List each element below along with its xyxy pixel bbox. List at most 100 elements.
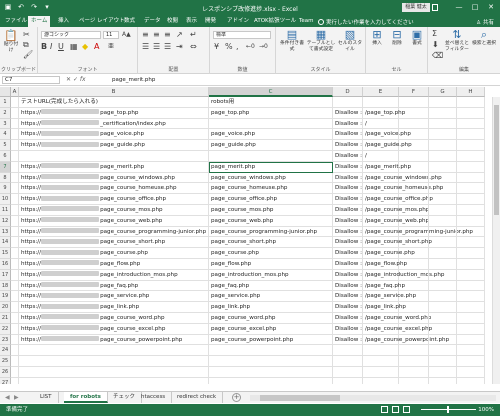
cell-g[interactable] (429, 280, 457, 292)
row-header[interactable]: 2 (0, 107, 11, 119)
cell-f[interactable] (399, 172, 429, 184)
align-center-icon[interactable]: ☰ (153, 42, 160, 52)
row-header[interactable]: 3 (0, 118, 11, 130)
autosum-icon[interactable]: Σ (432, 29, 437, 39)
column-header-d[interactable]: D (333, 87, 363, 97)
cell-g[interactable] (429, 237, 457, 249)
cell-d[interactable]: Disallow : (333, 194, 363, 205)
cell-e[interactable]: /page_course.php (363, 248, 415, 259)
row-header[interactable]: 6 (0, 150, 11, 162)
tab-home[interactable]: ホーム (28, 16, 51, 27)
cell-h[interactable] (457, 118, 485, 130)
cell-e[interactable] (363, 97, 399, 108)
column-header-c[interactable]: C (209, 87, 333, 97)
cell-h[interactable] (457, 248, 485, 259)
cell-b[interactable]: https:// page_course_windows.php (19, 172, 209, 184)
cell-g[interactable] (429, 204, 457, 216)
cell-g[interactable] (429, 183, 457, 195)
cell-f[interactable] (399, 302, 429, 313)
cell-b[interactable]: https:// page_flow.php (19, 258, 209, 270)
row-header[interactable]: 18 (0, 280, 11, 292)
cell-h[interactable] (457, 269, 485, 281)
tab-atok[interactable]: ATOK拡張ツール (251, 16, 299, 27)
cell-f[interactable] (399, 107, 429, 119)
minimize-button[interactable]: — (452, 2, 466, 13)
cell-e[interactable]: /page_course_homeuse.php (363, 183, 443, 195)
cell-c[interactable]: page_guide.php (209, 140, 333, 151)
cell-b[interactable]: https:// page_voice.php (19, 129, 209, 141)
row-header[interactable]: 16 (0, 258, 11, 270)
cell-f[interactable] (399, 140, 429, 151)
cell-f[interactable] (399, 334, 429, 346)
cell-h[interactable] (457, 291, 485, 303)
cell-a[interactable] (11, 97, 19, 108)
prev-sheet-icon[interactable]: ◀ (5, 394, 10, 401)
cell-b[interactable]: https:// page_service.php (19, 291, 209, 303)
page-layout-view-icon[interactable] (392, 406, 399, 413)
align-middle-icon[interactable]: ≡ (153, 30, 160, 40)
cell-c[interactable]: page_course_programming-junior.php (209, 226, 333, 238)
cell-e[interactable]: /page_course_windows.php (363, 172, 442, 184)
cell-a[interactable] (11, 280, 19, 292)
column-header-h[interactable]: H (457, 87, 485, 97)
increase-decimal-icon[interactable]: ←0 (246, 42, 255, 52)
row-header[interactable]: 9 (0, 183, 11, 195)
tab-insert[interactable]: 挿入 (55, 16, 72, 27)
zoom-level[interactable]: 100% (478, 404, 494, 416)
cell-styles-button[interactable]: ▧ セルのスタイル (336, 29, 364, 53)
comma-button[interactable]: , (236, 42, 239, 52)
cell-a[interactable] (11, 356, 19, 367)
cell-a[interactable] (11, 345, 19, 357)
cell-b[interactable]: https:// page_top.php (19, 107, 209, 119)
cell-c[interactable]: page_course_office.php (209, 194, 333, 205)
cell-e[interactable]: /page_service.php (363, 291, 416, 303)
formula-input[interactable]: page_merit.php (110, 76, 496, 84)
cell-d[interactable]: Disallow : (333, 107, 363, 119)
tab-addins[interactable]: アドイン (224, 16, 252, 27)
cell-d[interactable]: Disallow : (333, 258, 363, 270)
cell-f[interactable] (399, 194, 429, 205)
format-as-table-button[interactable]: ▦ テーブルとして書式設定 (306, 29, 336, 53)
cell-d[interactable] (333, 345, 363, 357)
cell-a[interactable] (11, 312, 19, 324)
row-header[interactable]: 13 (0, 226, 11, 238)
select-all-corner[interactable] (0, 87, 11, 97)
enter-icon[interactable]: ✓ (73, 76, 78, 83)
cell-f[interactable] (399, 248, 429, 259)
cell-a[interactable] (11, 215, 19, 227)
cell-c[interactable]: page_course_powerpoint.php (209, 334, 333, 346)
cell-a[interactable] (11, 226, 19, 238)
cell-g[interactable] (429, 140, 457, 151)
cell-a[interactable] (11, 107, 19, 119)
cell-b[interactable]: https:// page_course_excel.php (19, 323, 209, 335)
cell-h[interactable] (457, 356, 485, 367)
bold-icon[interactable]: B (41, 42, 47, 52)
function-icon[interactable]: fx (80, 76, 86, 83)
cell-d[interactable]: Disallow : (333, 226, 363, 238)
cell-a[interactable] (11, 183, 19, 195)
cell-c[interactable] (209, 150, 333, 162)
cell-h[interactable] (457, 97, 485, 108)
cell-c[interactable]: robots用 (209, 97, 333, 108)
cell-f[interactable] (399, 312, 429, 324)
cell-g[interactable] (429, 345, 457, 357)
cell-c[interactable]: page_course_excel.php (209, 323, 333, 335)
cell-c[interactable]: page_service.php (209, 291, 333, 303)
row-header[interactable]: 12 (0, 215, 11, 227)
cell-f[interactable] (399, 291, 429, 303)
cell-h[interactable] (457, 302, 485, 313)
cell-d[interactable]: Disallow : (333, 172, 363, 184)
underline-icon[interactable]: U (58, 42, 64, 52)
cell-g[interactable] (429, 215, 457, 227)
row-header[interactable]: 10 (0, 194, 11, 205)
cell-e[interactable]: /page_introduction_mos.php (363, 269, 444, 281)
name-box[interactable]: C7 (2, 76, 60, 84)
grow-font-icon[interactable]: A▲ (122, 30, 131, 40)
cell-b[interactable] (19, 356, 209, 367)
cell-c[interactable] (209, 377, 333, 384)
cell-g[interactable] (429, 291, 457, 303)
cell-b[interactable]: https:// page_introduction_mos.php (19, 269, 209, 281)
cell-d[interactable]: Disallow : (333, 237, 363, 249)
row-header[interactable]: 19 (0, 291, 11, 303)
row-header[interactable]: 23 (0, 334, 11, 346)
